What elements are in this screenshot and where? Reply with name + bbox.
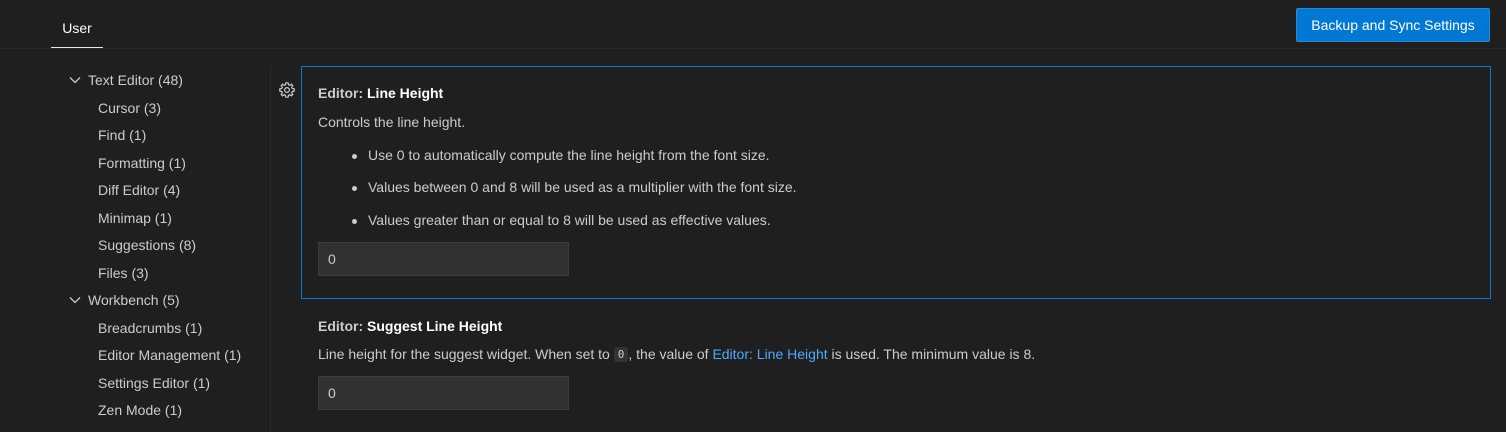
setting-name: Line Height <box>367 85 444 101</box>
gear-icon[interactable] <box>278 81 296 99</box>
toc-divider <box>270 66 271 432</box>
setting-name: Suggest Line Height <box>367 318 503 334</box>
suggest-line-height-input[interactable] <box>318 376 569 410</box>
chevron-down-icon <box>67 292 83 308</box>
setting-title-suggest-line-height: Editor: Suggest Line Height <box>318 318 502 334</box>
setting-title-line-height: Editor: Line Height <box>318 85 443 101</box>
description-text: is used. The minimum value is 8. <box>827 346 1036 362</box>
tree-item-files[interactable]: Files (3) <box>98 261 149 285</box>
setting-description: Controls the line height. <box>318 114 466 130</box>
setting-category: Editor: <box>318 85 367 101</box>
line-height-input[interactable] <box>318 242 569 276</box>
tree-item-editor-management[interactable]: Editor Management (1) <box>98 343 241 367</box>
tree-item-find[interactable]: Find (1) <box>98 123 146 147</box>
tree-item-suggestions[interactable]: Suggestions (8) <box>98 233 196 257</box>
tree-group-workbench[interactable]: Workbench (5) <box>67 288 180 312</box>
setting-bullet: Use 0 to automatically compute the line … <box>352 147 770 163</box>
bullet-text: Values greater than or equal to 8 will b… <box>368 212 771 228</box>
tree-item-zen-mode[interactable]: Zen Mode (1) <box>98 398 182 422</box>
setting-bullet: Values between 0 and 8 will be used as a… <box>352 179 797 195</box>
code-chip: 0 <box>613 347 629 362</box>
tab-user[interactable]: User <box>51 0 103 48</box>
bullet-text: Values between 0 and 8 will be used as a… <box>368 179 797 195</box>
tree-item-cursor[interactable]: Cursor (3) <box>98 96 161 120</box>
tree-item-diff-editor[interactable]: Diff Editor (4) <box>98 178 180 202</box>
chevron-down-icon <box>67 72 83 88</box>
tree-group-label: Text Editor (48) <box>88 72 183 88</box>
backup-sync-button[interactable]: Backup and Sync Settings <box>1296 8 1490 42</box>
tree-item-formatting[interactable]: Formatting (1) <box>98 151 186 175</box>
description-text: Line height for the suggest widget. When… <box>318 346 614 362</box>
setting-category: Editor: <box>318 318 367 334</box>
tree-group-text-editor[interactable]: Text Editor (48) <box>67 68 183 92</box>
setting-link-line-height[interactable]: Editor: Line Height <box>712 346 827 362</box>
bullet-text: Use 0 to automatically compute the line … <box>368 147 770 163</box>
settings-header: User Backup and Sync Settings <box>0 0 1506 49</box>
tree-item-breadcrumbs[interactable]: Breadcrumbs (1) <box>98 316 202 340</box>
tree-item-settings-editor[interactable]: Settings Editor (1) <box>98 371 210 395</box>
tree-item-minimap[interactable]: Minimap (1) <box>98 206 172 230</box>
setting-description: Line height for the suggest widget. When… <box>318 346 1035 362</box>
description-text: , the value of <box>628 346 713 362</box>
tree-group-label: Workbench (5) <box>88 292 180 308</box>
setting-bullet: Values greater than or equal to 8 will b… <box>352 212 771 228</box>
